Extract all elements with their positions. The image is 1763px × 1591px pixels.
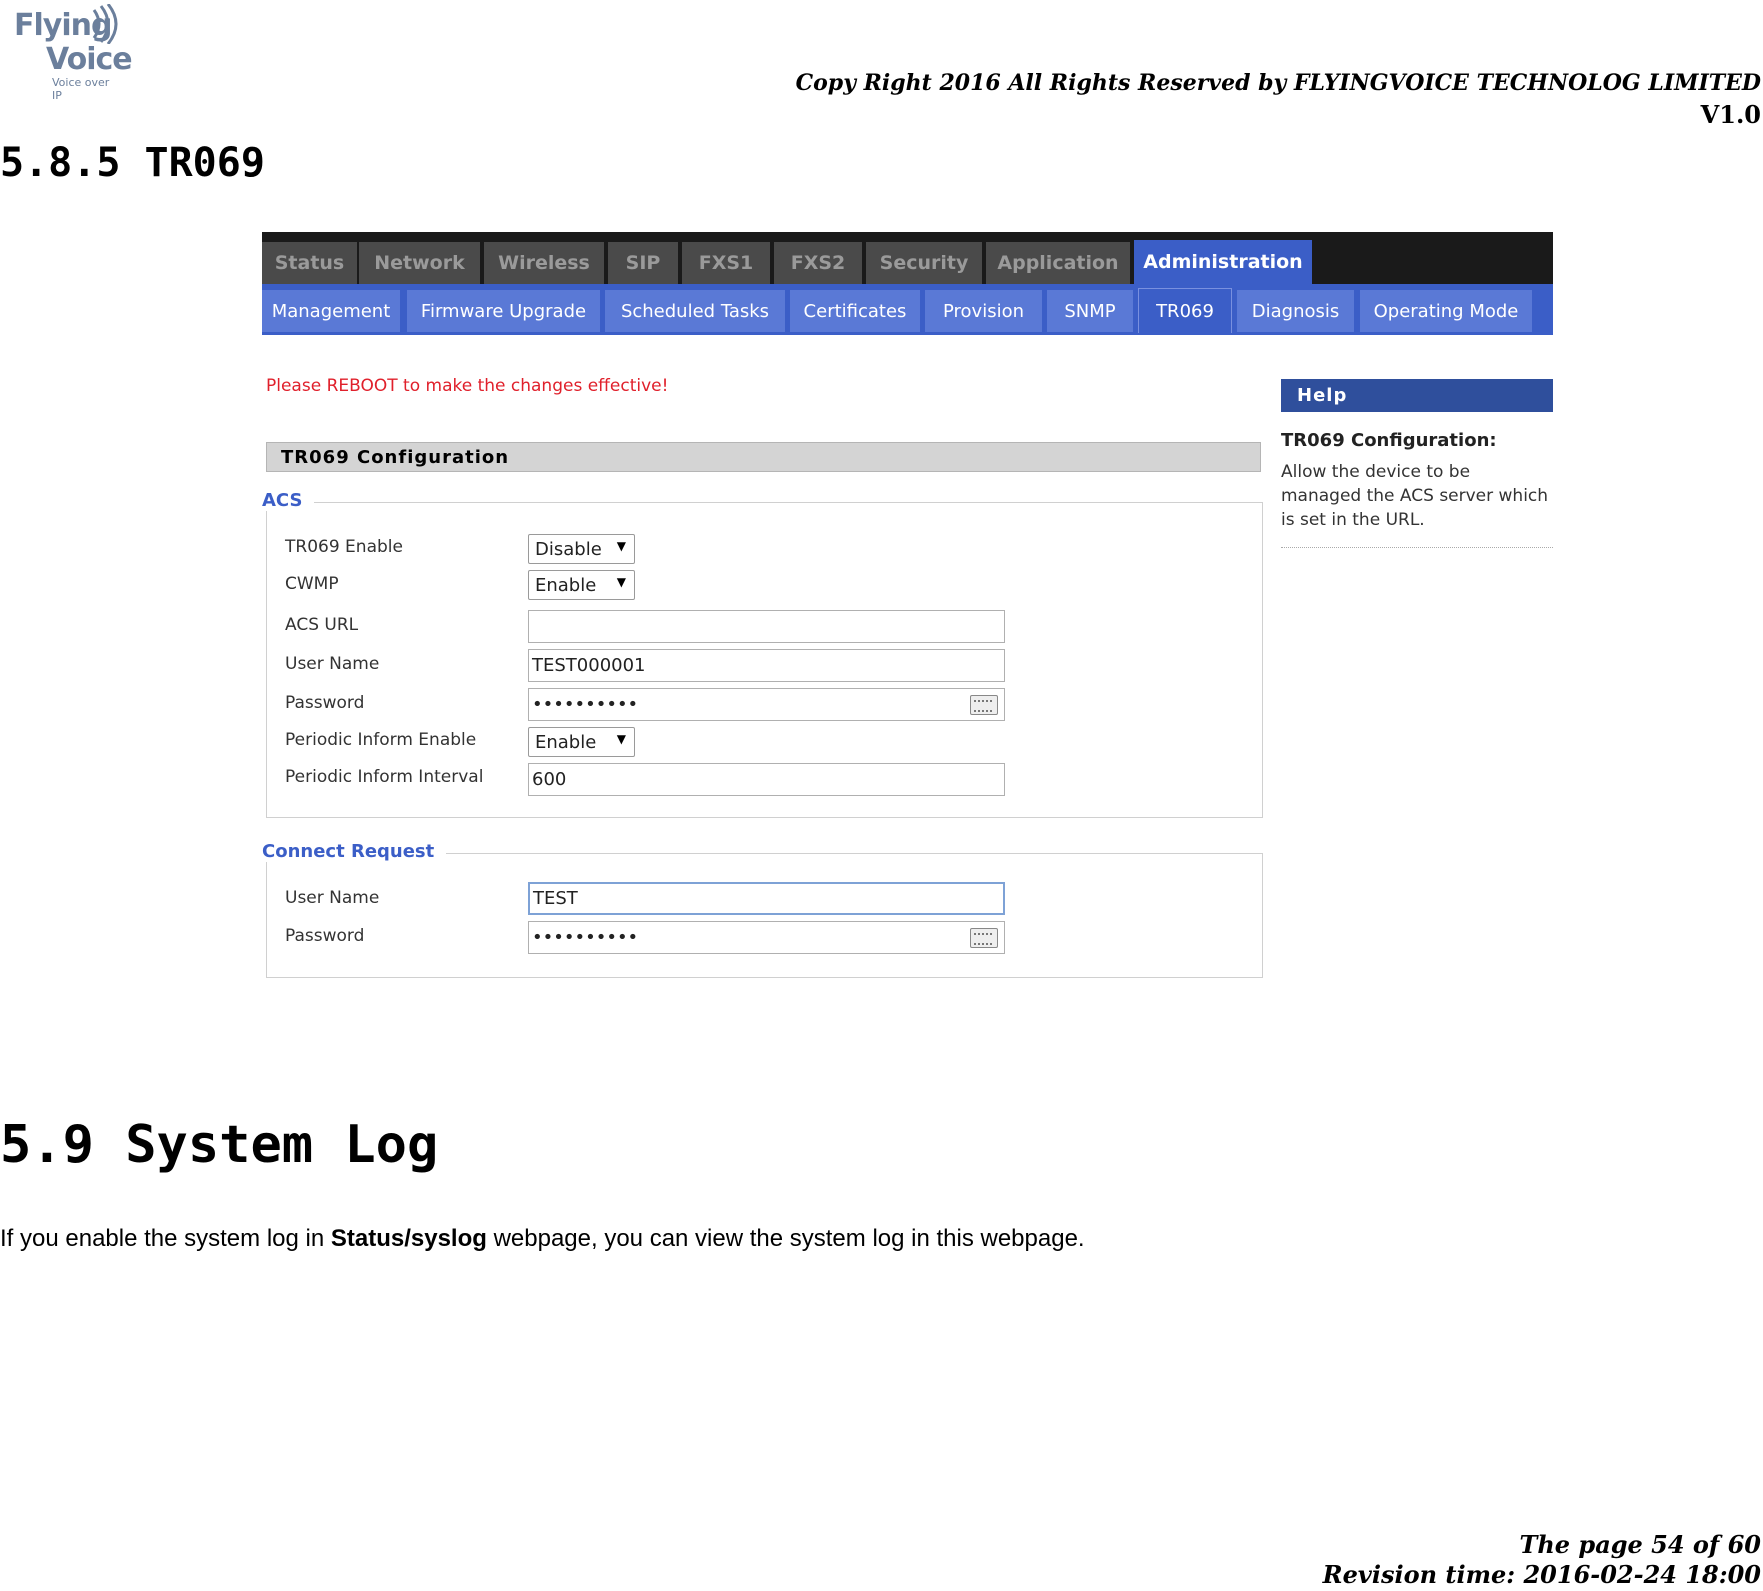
dropdown-arrow-icon: ▼	[616, 575, 626, 589]
cwmp-select[interactable]: Enable ▼	[528, 570, 635, 600]
subtab-tr069[interactable]: TR069	[1138, 288, 1232, 333]
acs-url-label: ACS URL	[285, 615, 359, 635]
acs-password-label: Password	[285, 693, 365, 713]
acs-username-input[interactable]: TEST000001	[528, 649, 1005, 682]
paragraph-text-start: If you enable the system log in	[0, 1225, 331, 1252]
tab-application[interactable]: Application	[986, 242, 1131, 284]
subtab-provision[interactable]: Provision	[925, 290, 1042, 332]
top-nav-bar: Status Network Wireless SIP FXS1 FXS2 Se…	[262, 232, 1553, 284]
paragraph-text-end: webpage, you can view the system log in …	[486, 1225, 1085, 1252]
connect-username-input[interactable]: TEST	[528, 882, 1005, 915]
flyingvoice-logo: Flying Voice Voice over IP	[6, 2, 133, 102]
subtab-scheduled-tasks[interactable]: Scheduled Tasks	[605, 290, 785, 332]
subtab-firmware-upgrade[interactable]: Firmware Upgrade	[407, 290, 600, 332]
help-divider	[1281, 547, 1553, 548]
tab-wireless[interactable]: Wireless	[484, 242, 605, 284]
periodic-inform-interval-label: Periodic Inform Interval	[285, 767, 484, 787]
connect-password-value: ••••••••••	[532, 927, 639, 948]
system-log-paragraph: If you enable the system log in Status/s…	[0, 1225, 1085, 1253]
connect-username-label: User Name	[285, 888, 380, 908]
connect-request-fieldset	[266, 853, 1263, 978]
help-header: Help	[1281, 379, 1553, 412]
copyright-text: Copy Right 2016 All Rights Reserved by F…	[795, 70, 1761, 96]
acs-legend: ACS	[262, 490, 315, 511]
tr069-enable-select[interactable]: Disable ▼	[528, 534, 635, 564]
version-text: V1.0	[1700, 100, 1761, 129]
reboot-notice: Please REBOOT to make the changes effect…	[266, 376, 669, 396]
subtab-operating-mode[interactable]: Operating Mode	[1360, 290, 1532, 332]
tab-sip[interactable]: SIP	[608, 242, 679, 284]
help-title: TR069 Configuration:	[1281, 430, 1497, 451]
subtab-diagnosis[interactable]: Diagnosis	[1237, 290, 1354, 332]
subtab-snmp[interactable]: SNMP	[1047, 290, 1133, 332]
tab-fxs1[interactable]: FXS1	[682, 242, 771, 284]
section-heading-system-log: 5.9 System Log	[0, 1115, 439, 1175]
acs-url-input[interactable]	[528, 610, 1005, 643]
tr069-screenshot: Status Network Wireless SIP FXS1 FXS2 Se…	[262, 232, 1553, 980]
dropdown-arrow-icon: ▼	[616, 732, 626, 746]
acs-password-value: ••••••••••	[532, 694, 639, 715]
sub-nav-bar: Management Firmware Upgrade Scheduled Ta…	[262, 284, 1553, 335]
dropdown-arrow-icon: ▼	[616, 539, 626, 553]
signal-waves-icon	[92, 4, 118, 44]
logo-text-voice: Voice	[46, 42, 133, 77]
tab-security[interactable]: Security	[866, 242, 983, 284]
keyboard-icon[interactable]	[970, 928, 998, 948]
tab-fxs2[interactable]: FXS2	[774, 242, 863, 284]
connect-request-legend: Connect Request	[262, 841, 447, 862]
page-number: The page 54 of 60	[1519, 1530, 1761, 1559]
connect-password-label: Password	[285, 926, 365, 946]
logo-tagline: Voice over IP	[52, 76, 110, 102]
help-text: Allow the device to be managed the ACS s…	[1281, 462, 1549, 530]
periodic-inform-enable-select[interactable]: Enable ▼	[528, 727, 635, 757]
config-title-bar: TR069 Configuration	[266, 442, 1261, 472]
periodic-inform-interval-input[interactable]: 600	[528, 763, 1005, 796]
periodic-inform-enable-label: Periodic Inform Enable	[285, 730, 477, 750]
acs-username-label: User Name	[285, 654, 380, 674]
tab-network[interactable]: Network	[359, 242, 481, 284]
cwmp-value: Enable	[535, 574, 597, 596]
status-syslog-reference: Status/syslog	[330, 1225, 487, 1252]
tab-administration[interactable]: Administration	[1134, 240, 1313, 284]
tr069-enable-value: Disable	[535, 538, 602, 560]
subtab-certificates[interactable]: Certificates	[790, 290, 920, 332]
subtab-management[interactable]: Management	[262, 290, 400, 332]
periodic-inform-enable-value: Enable	[535, 731, 597, 753]
acs-password-input[interactable]: ••••••••••	[528, 688, 1005, 721]
tab-status[interactable]: Status	[262, 242, 358, 284]
section-heading-tr069: 5.8.5 TR069	[0, 140, 265, 186]
cwmp-label: CWMP	[285, 574, 339, 594]
keyboard-icon[interactable]	[970, 695, 998, 715]
connect-password-input[interactable]: ••••••••••	[528, 921, 1005, 954]
tr069-enable-label: TR069 Enable	[285, 537, 403, 557]
revision-time: Revision time: 2016-02-24 18:00	[1322, 1560, 1761, 1589]
